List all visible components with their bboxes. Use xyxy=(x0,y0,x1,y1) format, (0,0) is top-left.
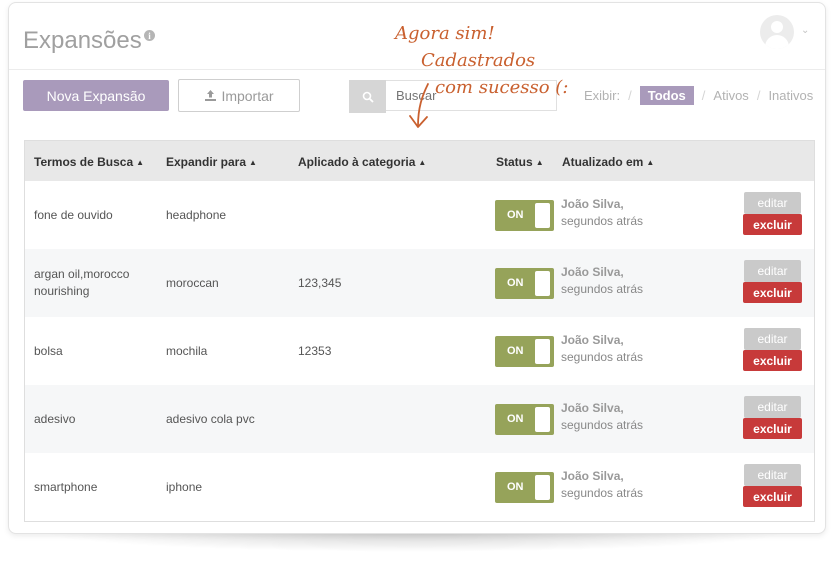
annotation-line: com sucesso (: xyxy=(435,77,569,98)
avatar-body-shape xyxy=(765,35,789,49)
updated-user: João Silva, xyxy=(561,469,624,483)
filter-separator: / xyxy=(628,88,632,103)
sort-asc-icon: ▲ xyxy=(535,158,544,167)
updated-user: João Silva, xyxy=(561,333,624,347)
expand-cell: mochila xyxy=(166,344,208,358)
table-row: fone de ouvido headphone ON João Silva, s… xyxy=(25,181,814,249)
column-header-status[interactable]: Status ▲ xyxy=(496,155,544,169)
page-title: Expansões xyxy=(23,27,142,54)
search-icon xyxy=(362,91,374,103)
edit-button[interactable]: editar xyxy=(744,464,801,486)
toggle-label: ON xyxy=(507,209,524,221)
annotation-line: Agora sim! xyxy=(395,23,495,44)
expand-cell: adesivo cola pvc xyxy=(166,412,255,426)
expand-cell: iphone xyxy=(166,480,203,494)
term-cell: adesivo xyxy=(34,412,76,426)
updated-user: João Silva, xyxy=(561,401,624,415)
chevron-down-icon[interactable]: ⌄ xyxy=(801,25,809,36)
filter-separator: / xyxy=(701,88,706,103)
term-cell: argan oil,morocco nourishing xyxy=(34,267,130,298)
column-header-updated[interactable]: Atualizado em ▲ xyxy=(562,155,654,169)
table-row: argan oil,morocco nourishing moroccan 12… xyxy=(25,249,814,317)
expansions-table: Termos de Busca ▲ Expandir para ▲ Aplicado… xyxy=(24,140,815,522)
toggle-knob xyxy=(535,475,550,500)
filter-label: Exibir: xyxy=(584,88,621,103)
updated-info: João Silva, segundos atrás xyxy=(561,264,643,298)
toggle-knob xyxy=(535,203,550,228)
edit-button[interactable]: editar xyxy=(744,192,801,214)
status-toggle[interactable]: ON xyxy=(495,336,554,367)
delete-button[interactable]: excluir xyxy=(743,418,802,439)
toggle-knob xyxy=(535,271,550,296)
edit-button[interactable]: editar xyxy=(744,396,801,418)
table-row: bolsa mochila 12353 ON João Silva, segund… xyxy=(25,317,814,385)
user-avatar[interactable] xyxy=(760,15,794,49)
term-cell: bolsa xyxy=(34,344,63,358)
category-cell: 12353 xyxy=(298,344,332,358)
updated-info: João Silva, segundos atrás xyxy=(561,196,643,230)
category-cell: 123,345 xyxy=(298,276,342,290)
updated-info: João Silva, segundos atrás xyxy=(561,468,643,502)
annotation-arrow-icon xyxy=(409,83,429,128)
filter-all[interactable]: Todos xyxy=(639,86,694,105)
sort-asc-icon: ▲ xyxy=(136,158,145,167)
filter-active[interactable]: Ativos xyxy=(713,88,748,103)
column-header-expand[interactable]: Expandir para ▲ xyxy=(166,155,257,169)
updated-user: João Silva, xyxy=(561,265,624,279)
status-toggle[interactable]: ON xyxy=(495,404,554,435)
info-icon[interactable]: i xyxy=(144,30,155,41)
table-row: smartphone iphone ON João Silva, segundos… xyxy=(25,453,814,521)
toggle-label: ON xyxy=(507,345,524,357)
sort-asc-icon: ▲ xyxy=(418,158,427,167)
toggle-knob xyxy=(535,339,550,364)
toggle-knob xyxy=(535,407,550,432)
status-toggle[interactable]: ON xyxy=(495,268,554,299)
sort-asc-icon: ▲ xyxy=(646,158,655,167)
updated-time: segundos atrás xyxy=(561,418,644,432)
avatar-head-shape xyxy=(771,21,783,33)
delete-button[interactable]: excluir xyxy=(743,282,802,303)
toggle-label: ON xyxy=(507,413,524,425)
upload-icon xyxy=(205,90,217,101)
updated-info: João Silva, segundos atrás xyxy=(561,400,643,434)
edit-button[interactable]: editar xyxy=(744,328,801,350)
updated-time: segundos atrás xyxy=(561,214,644,228)
updated-time: segundos atrás xyxy=(561,350,644,364)
expand-cell: headphone xyxy=(166,208,227,222)
filter-inactive[interactable]: Inativos xyxy=(768,88,813,103)
updated-user: João Silva, xyxy=(561,197,624,211)
delete-button[interactable]: excluir xyxy=(743,486,802,507)
new-expansion-button[interactable]: Nova Expansão xyxy=(23,80,169,111)
status-toggle[interactable]: ON xyxy=(495,200,554,231)
sort-asc-icon: ▲ xyxy=(249,158,257,167)
updated-time: segundos atrás xyxy=(561,282,644,296)
term-cell: smartphone xyxy=(34,480,98,494)
column-header-term[interactable]: Termos de Busca ▲ xyxy=(34,155,144,169)
term-cell: fone de ouvido xyxy=(34,208,113,222)
table-row: adesivo adesivo cola pvc ON João Silva, s… xyxy=(25,385,814,453)
import-button[interactable]: Importar xyxy=(178,79,300,112)
import-label: Importar xyxy=(221,87,274,104)
status-toggle[interactable]: ON xyxy=(495,472,554,503)
delete-button[interactable]: excluir xyxy=(743,214,802,235)
delete-button[interactable]: excluir xyxy=(743,350,802,371)
filter-separator: / xyxy=(756,88,761,103)
toggle-label: ON xyxy=(507,481,524,493)
annotation-line: Cadastrados xyxy=(421,50,536,71)
status-filter: Exibir: / Todos / Ativos / Inativos xyxy=(584,86,813,105)
table-header: Termos de Busca ▲ Expandir para ▲ Aplicado… xyxy=(25,141,814,181)
column-header-category[interactable]: Aplicado à categoria ▲ xyxy=(298,155,426,169)
updated-time: segundos atrás xyxy=(561,486,644,500)
updated-info: João Silva, segundos atrás xyxy=(561,332,643,366)
edit-button[interactable]: editar xyxy=(744,260,801,282)
search-button[interactable] xyxy=(349,80,386,113)
toggle-label: ON xyxy=(507,277,524,289)
expand-cell: moroccan xyxy=(166,276,219,290)
